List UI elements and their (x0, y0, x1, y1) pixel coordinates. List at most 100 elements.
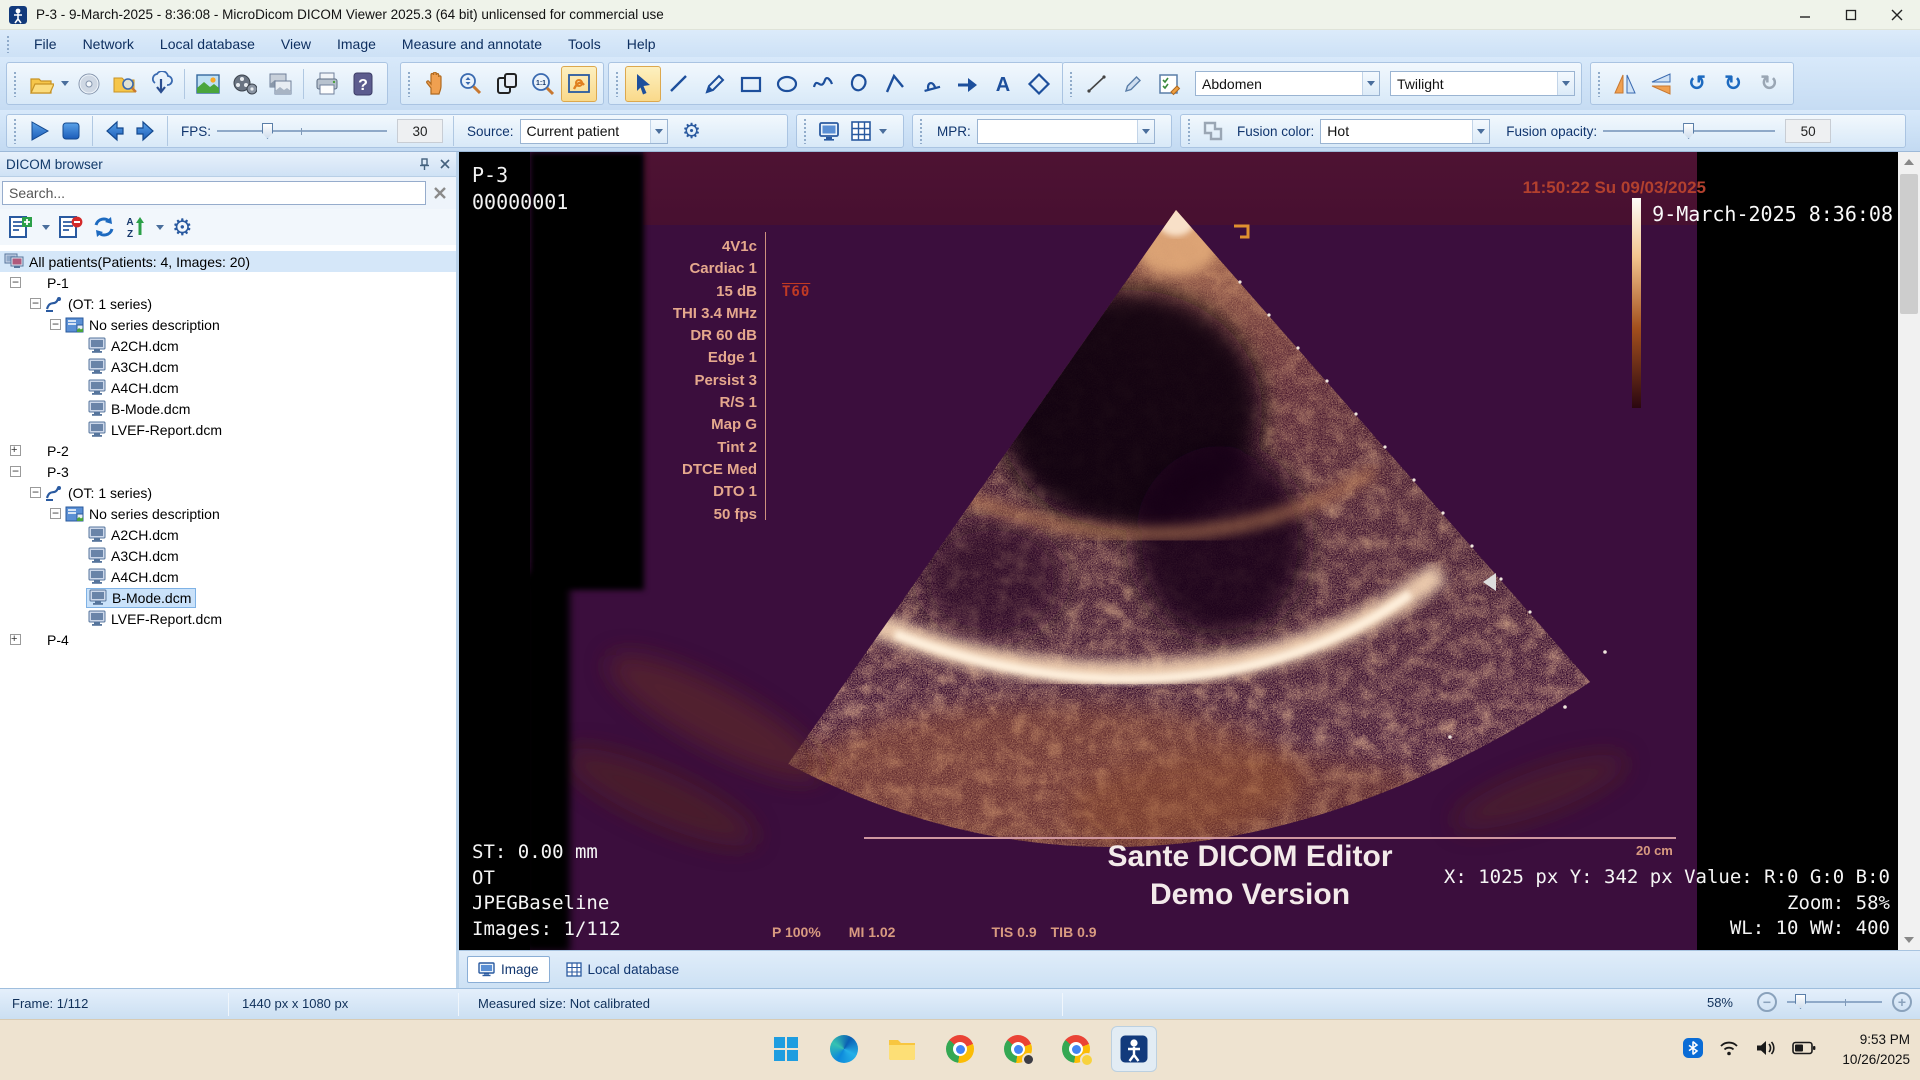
tree-row-study[interactable]: (OT: 1 series) (0, 482, 456, 503)
collapse-icon[interactable] (50, 319, 61, 330)
pan-tool-button[interactable] (417, 66, 453, 102)
help-button[interactable]: ? (345, 66, 381, 102)
image-canvas[interactable]: 4V1cCardiac 1 15 dBTHI 3.4 MHz DR 60 dBE… (459, 152, 1898, 950)
scan-folder-button[interactable] (107, 66, 143, 102)
next-frame-button[interactable] (130, 116, 162, 146)
add-to-list-dropdown[interactable] (40, 210, 52, 244)
clear-search-button[interactable] (429, 182, 451, 204)
group-drag-handle[interactable] (13, 118, 18, 144)
expand-icon[interactable] (10, 445, 21, 456)
open-cd-button[interactable] (71, 66, 107, 102)
taskbar-clock[interactable]: 9:53 PM 10/26/2025 (1842, 1030, 1910, 1070)
menu-drag-handle[interactable] (6, 35, 11, 53)
collapse-icon[interactable] (50, 508, 61, 519)
actual-size-button[interactable]: 1:1 (525, 66, 561, 102)
taskbar-chrome[interactable] (937, 1026, 983, 1072)
text-tool-button[interactable]: A (985, 66, 1021, 102)
tree-row-image[interactable]: A2CH.dcm (0, 524, 456, 545)
taskbar-chrome-profile[interactable] (995, 1026, 1041, 1072)
mpr-select[interactable] (977, 119, 1155, 144)
group-drag-handle[interactable] (1187, 118, 1192, 144)
fusion-opacity-handle[interactable] (1683, 123, 1694, 139)
flip-vertical-button[interactable] (1643, 66, 1679, 102)
menu-item-local-database[interactable]: Local database (147, 30, 268, 57)
cobb-angle-tool-button[interactable] (913, 66, 949, 102)
tree-row-image[interactable]: A2CH.dcm (0, 335, 456, 356)
print-button[interactable] (309, 66, 345, 102)
menu-item-help[interactable]: Help (614, 30, 669, 57)
search-input[interactable] (2, 181, 426, 205)
tree-row-image[interactable]: LVEF-Report.dcm (0, 608, 456, 629)
line-tool-button[interactable] (661, 66, 697, 102)
pointer-tool-button[interactable] (625, 66, 661, 102)
fusion-color-select[interactable]: Hot (1320, 119, 1490, 144)
sort-button[interactable]: AZ (122, 212, 150, 242)
viewer-scrollbar[interactable] (1898, 152, 1920, 950)
tree-row-image[interactable]: A3CH.dcm (0, 545, 456, 566)
sort-dropdown[interactable] (154, 210, 166, 244)
export-image-button[interactable] (190, 66, 226, 102)
previous-frame-button[interactable] (98, 116, 130, 146)
tab-local-database[interactable]: Local database (556, 956, 690, 983)
single-view-button[interactable] (813, 116, 845, 146)
collapse-icon[interactable] (10, 277, 21, 288)
layout-grid-button[interactable] (845, 116, 877, 146)
draw-pencil-button[interactable] (1115, 66, 1151, 102)
stop-button[interactable] (55, 116, 87, 146)
tree-row-image[interactable]: A4CH.dcm (0, 377, 456, 398)
tree-row-study[interactable]: (OT: 1 series) (0, 293, 456, 314)
closed-polygon-tool-button[interactable] (841, 66, 877, 102)
tree-row-series[interactable]: No series description (0, 314, 456, 335)
tree-row-patient[interactable]: P-2 (0, 440, 456, 461)
tree-row-image[interactable]: A4CH.dcm (0, 566, 456, 587)
fps-slider[interactable] (217, 120, 387, 142)
zoom-tool-button[interactable] (453, 66, 489, 102)
group-drag-handle[interactable] (919, 118, 924, 144)
eraser-tool-button[interactable] (1021, 66, 1057, 102)
scroll-down-button[interactable] (1898, 930, 1920, 950)
bluetooth-icon[interactable] (1683, 1038, 1703, 1058)
cine-settings-button[interactable]: ⚙ (676, 116, 708, 146)
group-drag-handle[interactable] (13, 71, 18, 97)
angle-tool-button[interactable] (877, 66, 913, 102)
source-select[interactable]: Current patient (520, 119, 668, 144)
open-file-button[interactable] (23, 66, 59, 102)
tree-row-image[interactable]: LVEF-Report.dcm (0, 419, 456, 440)
copy-image-button[interactable] (262, 66, 298, 102)
flip-horizontal-button[interactable] (1607, 66, 1643, 102)
zoom-in-button[interactable]: + (1892, 992, 1912, 1012)
start-button[interactable] (763, 1026, 809, 1072)
collapse-icon[interactable] (30, 487, 41, 498)
tree-row-image-selected[interactable]: B-Mode.dcm (0, 587, 456, 608)
body-part-select[interactable]: Abdomen (1195, 71, 1380, 96)
annotations-list-button[interactable] (1151, 66, 1187, 102)
add-to-list-button[interactable] (6, 212, 36, 242)
close-button[interactable] (1874, 0, 1920, 30)
open-file-dropdown[interactable] (59, 67, 71, 101)
play-button[interactable] (23, 116, 55, 146)
tree-row-all-patients[interactable]: All patients(Patients: 4, Images: 20) (0, 251, 456, 272)
taskbar-microdicom[interactable] (1111, 1026, 1157, 1072)
volume-icon[interactable] (1755, 1039, 1777, 1057)
wifi-icon[interactable] (1718, 1039, 1740, 1057)
remove-from-list-button[interactable] (56, 212, 86, 242)
download-study-button[interactable] (143, 66, 179, 102)
group-drag-handle[interactable] (407, 71, 412, 97)
tree-row-patient[interactable]: P-1 (0, 272, 456, 293)
fusion-opacity-slider[interactable] (1603, 120, 1775, 142)
status-zoom-handle[interactable] (1795, 994, 1806, 1009)
tree-row-patient[interactable]: P-4 (0, 629, 456, 650)
expand-icon[interactable] (10, 634, 21, 645)
palette-select[interactable]: Twilight (1390, 71, 1575, 96)
scroll-up-button[interactable] (1898, 152, 1920, 172)
tree-row-image[interactable]: B-Mode.dcm (0, 398, 456, 419)
fps-slider-handle[interactable] (262, 123, 273, 139)
tree-row-patient[interactable]: P-3 (0, 461, 456, 482)
pencil-tool-button[interactable] (697, 66, 733, 102)
menu-item-view[interactable]: View (268, 30, 324, 57)
group-drag-handle[interactable] (1069, 71, 1074, 97)
collapse-icon[interactable] (30, 298, 41, 309)
taskbar-explorer[interactable] (879, 1026, 925, 1072)
menu-item-measure-annotate[interactable]: Measure and annotate (389, 30, 555, 57)
rotate-custom-button[interactable]: ↻ (1751, 66, 1787, 102)
